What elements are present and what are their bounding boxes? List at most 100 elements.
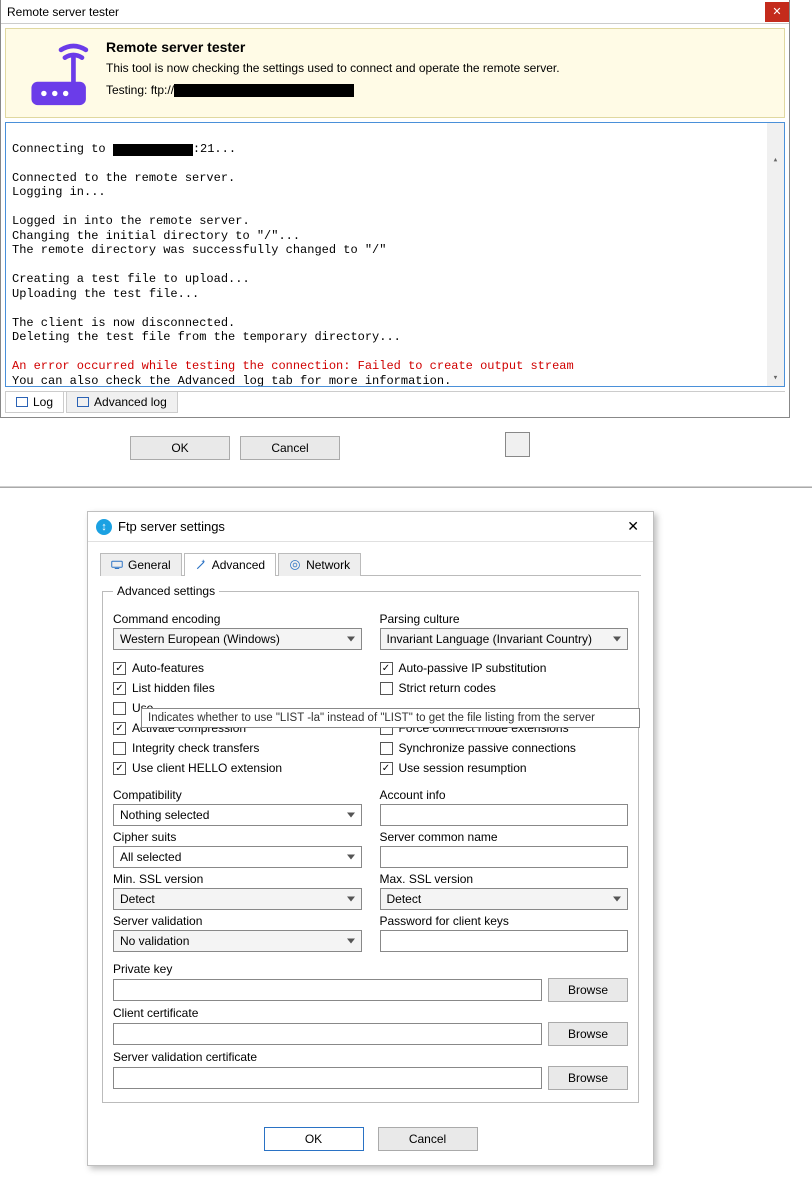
auto-features-checkbox[interactable] [113, 662, 126, 675]
compatibility-select[interactable]: Nothing selected [113, 804, 362, 826]
banner: Remote server tester This tool is now ch… [5, 28, 785, 118]
network-icon [289, 559, 301, 571]
session-resumption-checkbox[interactable] [380, 762, 393, 775]
cipher-suits-select[interactable]: All selected [113, 846, 362, 868]
window-titlebar: Remote server tester ✕ [1, 0, 789, 24]
server-validation-select[interactable]: No validation [113, 930, 362, 952]
client-certificate-input[interactable] [113, 1023, 542, 1045]
list-hidden-files-checkbox[interactable] [113, 682, 126, 695]
ftp-server-settings-window: ↕ Ftp server settings ✕ General Advanced… [87, 511, 654, 1166]
window-titlebar: ↕ Ftp server settings ✕ [88, 512, 653, 542]
tab-network[interactable]: Network [278, 553, 361, 576]
min-ssl-version-label: Min. SSL version [113, 872, 362, 886]
log-line: The remote directory was successfully ch… [12, 243, 386, 257]
tab-log[interactable]: Log [5, 392, 64, 413]
server-validation-certificate-input[interactable] [113, 1067, 542, 1089]
ftp-icon: ↕ [96, 519, 112, 535]
tab-general[interactable]: General [100, 553, 182, 576]
password-client-keys-input[interactable] [380, 930, 629, 952]
strict-return-codes-checkbox[interactable] [380, 682, 393, 695]
max-ssl-version-label: Max. SSL version [380, 872, 629, 886]
client-certificate-browse-button[interactable]: Browse [548, 1022, 628, 1046]
tab-advanced[interactable]: Advanced [184, 553, 276, 576]
cancel-button[interactable]: Cancel [378, 1127, 478, 1151]
scroll-down-icon[interactable]: ▾ [767, 370, 784, 386]
scroll-up-icon[interactable]: ▴ [767, 152, 784, 168]
integrity-check-label: Integrity check transfers [132, 741, 259, 755]
private-key-browse-button[interactable]: Browse [548, 978, 628, 1002]
separator [0, 486, 812, 488]
cipher-suits-label: Cipher suits [113, 830, 362, 844]
router-icon [16, 39, 106, 109]
advanced-settings-legend: Advanced settings [113, 584, 219, 598]
banner-subtitle: This tool is now checking the settings u… [106, 61, 774, 75]
list-la-tooltip: Indicates whether to use "LIST -la" inst… [141, 708, 640, 728]
account-info-label: Account info [380, 788, 629, 802]
sync-passive-checkbox[interactable] [380, 742, 393, 755]
banner-testing: Testing: ftp:// [106, 83, 774, 97]
command-encoding-label: Command encoding [113, 612, 362, 626]
hello-extension-checkbox[interactable] [113, 762, 126, 775]
auto-passive-checkbox[interactable] [380, 662, 393, 675]
auto-passive-label: Auto-passive IP substitution [399, 661, 547, 675]
window-title: Ftp server settings [118, 519, 225, 534]
close-icon[interactable]: ✕ [621, 518, 645, 535]
server-validation-certificate-label: Server validation certificate [113, 1050, 628, 1064]
tab-network-label: Network [306, 558, 350, 572]
redacted-host [113, 144, 193, 156]
log-line: Creating a test file to upload... [12, 272, 250, 286]
use-list-la-checkbox[interactable] [113, 702, 126, 715]
log-line: Deleting the test file from the temporar… [12, 330, 401, 344]
ok-button[interactable]: OK [130, 436, 230, 460]
tab-log-label: Log [33, 395, 53, 409]
max-ssl-version-select[interactable]: Detect [380, 888, 629, 910]
integrity-check-checkbox[interactable] [113, 742, 126, 755]
parsing-culture-select[interactable]: Invariant Language (Invariant Country) [380, 628, 629, 650]
password-client-keys-label: Password for client keys [380, 914, 629, 928]
server-validation-certificate-browse-button[interactable]: Browse [548, 1066, 628, 1090]
monitor-icon [111, 559, 123, 571]
dialog-button-bar: OK Cancel [88, 1115, 653, 1165]
log-line: :21... [193, 142, 236, 156]
command-encoding-select[interactable]: Western European (Windows) [113, 628, 362, 650]
tab-advanced-log-label: Advanced log [94, 395, 167, 409]
min-ssl-version-select[interactable]: Detect [113, 888, 362, 910]
tab-advanced-log[interactable]: Advanced log [66, 392, 178, 413]
list-hidden-files-label: List hidden files [132, 681, 215, 695]
sync-passive-label: Synchronize passive connections [399, 741, 576, 755]
advanced-settings-group: Advanced settings Command encoding Weste… [102, 584, 639, 1103]
advanced-log-tab-icon [77, 397, 89, 407]
tab-general-label: General [128, 558, 171, 572]
remote-server-tester-window: Remote server tester ✕ Remote server tes… [0, 0, 790, 418]
server-common-name-input[interactable] [380, 846, 629, 868]
close-icon[interactable]: ✕ [765, 2, 789, 22]
strict-return-codes-label: Strict return codes [399, 681, 496, 695]
log-panel[interactable]: Connecting to :21... Connected to the re… [5, 122, 785, 387]
log-tabstrip: Log Advanced log [5, 391, 785, 413]
log-tab-icon [16, 397, 28, 407]
session-resumption-label: Use session resumption [399, 761, 527, 775]
cancel-button[interactable]: Cancel [240, 436, 340, 460]
background-ui-fragment [505, 432, 530, 457]
tab-advanced-label: Advanced [212, 558, 265, 572]
testing-prefix: Testing: ftp:// [106, 83, 174, 97]
auto-features-label: Auto-features [132, 661, 204, 675]
client-certificate-label: Client certificate [113, 1006, 628, 1020]
window-title: Remote server tester [7, 5, 119, 19]
log-line: Connecting to [12, 142, 113, 156]
log-error-line: An error occurred while testing the conn… [12, 359, 574, 373]
log-line: Logged in into the remote server. [12, 214, 250, 228]
log-line: The client is now disconnected. [12, 316, 235, 330]
account-info-input[interactable] [380, 804, 629, 826]
server-common-name-label: Server common name [380, 830, 629, 844]
banner-title: Remote server tester [106, 39, 774, 55]
scrollbar[interactable]: ▴ ▾ [767, 123, 784, 386]
settings-tabstrip: General Advanced Network [100, 552, 641, 576]
ok-button[interactable]: OK [264, 1127, 364, 1151]
hello-extension-label: Use client HELLO extension [132, 761, 282, 775]
private-key-input[interactable] [113, 979, 542, 1001]
compatibility-label: Compatibility [113, 788, 362, 802]
server-validation-label: Server validation [113, 914, 362, 928]
redacted-url [174, 84, 354, 97]
activate-compression-checkbox[interactable] [113, 722, 126, 735]
